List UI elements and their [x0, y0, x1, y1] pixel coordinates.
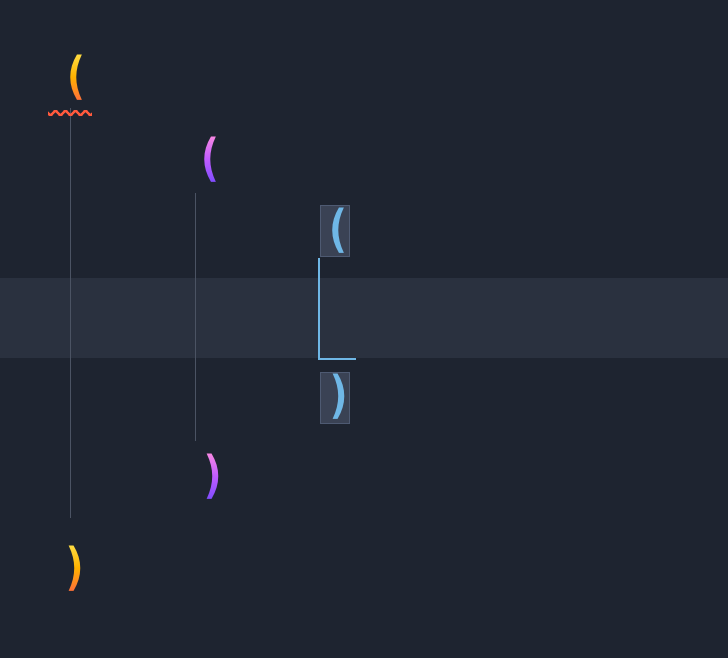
code-editor[interactable]: ( ( ( ) ) ) [0, 0, 728, 658]
paren-open-l2: ( [196, 134, 223, 185]
paren-close-l2: ) [200, 451, 227, 502]
indent-guide-level-2 [195, 193, 196, 441]
bracket-scope-line [318, 258, 356, 360]
indent-guide-level-1 [70, 108, 71, 518]
paren-close-l1: ) [62, 543, 89, 594]
paren-close-l3: ) [326, 371, 353, 422]
paren-open-l3: ( [324, 205, 351, 256]
current-line-highlight [0, 278, 728, 358]
error-underline-icon [48, 110, 92, 116]
paren-open-l1: ( [62, 52, 89, 103]
